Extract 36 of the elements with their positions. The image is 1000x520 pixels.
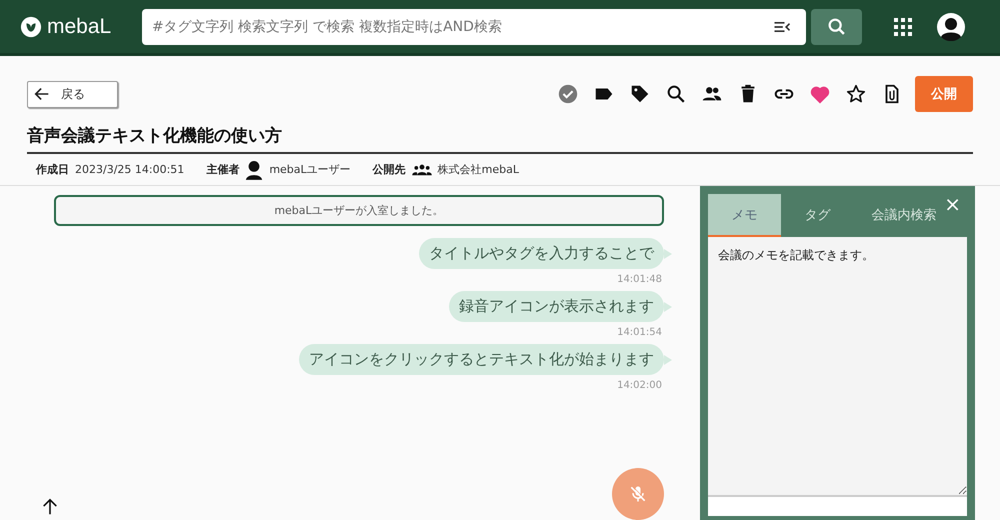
leaf-logo-icon bbox=[20, 16, 42, 38]
mic-off-icon bbox=[628, 484, 648, 504]
bubble-tail-icon bbox=[664, 302, 672, 312]
host-name: mebaLユーザー bbox=[269, 162, 351, 177]
person-icon bbox=[245, 160, 264, 180]
share-target: 株式会社mebaL bbox=[438, 162, 519, 177]
bubble-tail-icon bbox=[664, 248, 672, 258]
search-field[interactable]: #タグ文字列 検索文字列 で検索 複数指定時はAND検索 bbox=[142, 8, 806, 44]
search-icon[interactable] bbox=[665, 83, 687, 105]
search-button[interactable] bbox=[811, 8, 862, 44]
scroll-up-arrow-icon[interactable] bbox=[41, 498, 59, 516]
host-label: 主催者 bbox=[206, 162, 240, 177]
tag-icon[interactable] bbox=[629, 83, 651, 105]
created-label: 作成日 bbox=[36, 162, 69, 177]
apps-grid-icon[interactable] bbox=[894, 18, 912, 36]
search-icon bbox=[826, 16, 848, 38]
memo-field[interactable]: 会議のメモを記載できます。 bbox=[708, 237, 967, 497]
bubble-tail-icon bbox=[664, 354, 672, 364]
join-notice: mebaLユーザーが入室しました。 bbox=[54, 195, 664, 226]
group-icon bbox=[412, 163, 432, 176]
share-label: 公開先 bbox=[372, 162, 406, 177]
created-date: 2023/3/25 14:00:51 bbox=[75, 163, 184, 176]
message-time: 14:02:00 bbox=[617, 380, 662, 391]
avatar-icon[interactable] bbox=[937, 12, 965, 40]
panel-tab[interactable]: タグ bbox=[781, 194, 854, 237]
message-time: 14:01:48 bbox=[617, 274, 662, 285]
close-button[interactable]: × bbox=[940, 194, 965, 214]
memo-footer-field[interactable] bbox=[708, 497, 967, 516]
logo-text: mebaL bbox=[47, 14, 112, 38]
star-icon[interactable] bbox=[845, 83, 867, 105]
check-circle-icon[interactable] bbox=[557, 83, 579, 105]
meeting-title: 音声会議テキスト化機能の使い方 bbox=[27, 124, 973, 154]
message-time: 14:01:54 bbox=[617, 327, 662, 338]
panel-tab[interactable]: メモ bbox=[708, 194, 781, 237]
back-button[interactable]: 戻る bbox=[27, 80, 118, 108]
publish-button[interactable]: 公開 bbox=[915, 76, 973, 112]
